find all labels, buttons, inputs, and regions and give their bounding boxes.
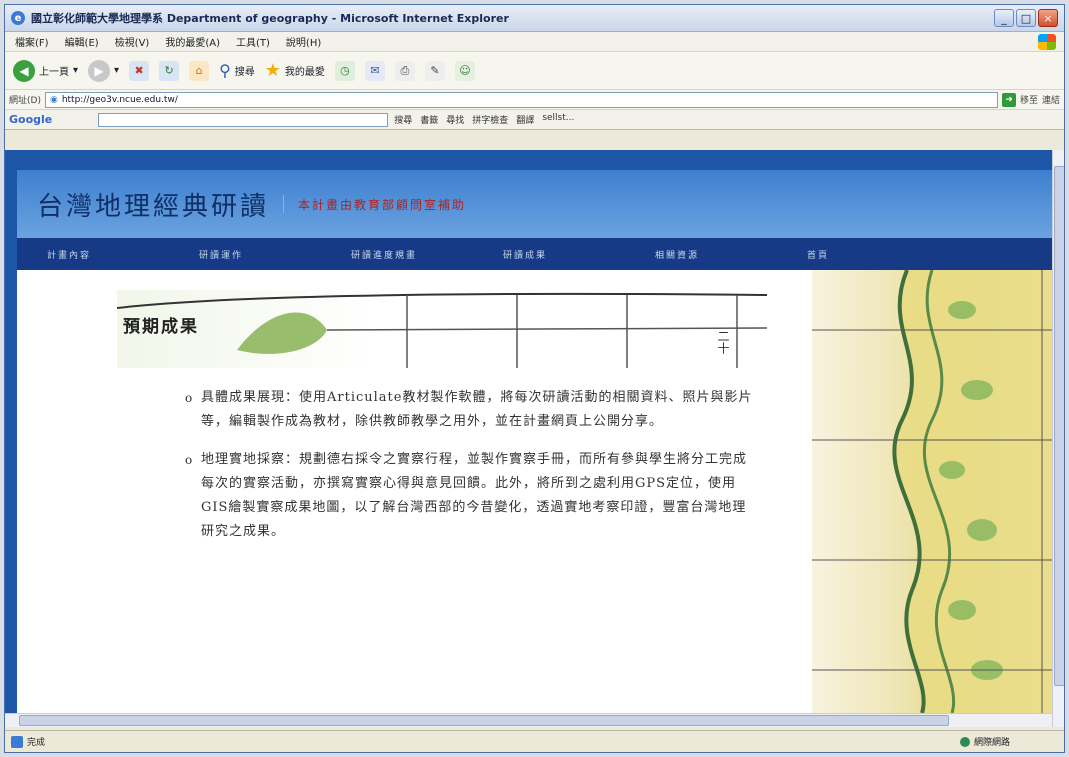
- map-numeral: 二十: [716, 330, 730, 354]
- security-zone: 網際網路: [959, 735, 1060, 748]
- nav-reading-results[interactable]: 研讀成果: [503, 248, 655, 261]
- google-search-button[interactable]: 搜尋: [394, 113, 412, 126]
- history-icon[interactable]: ◷: [334, 60, 355, 81]
- ie-logo-icon: e: [11, 11, 25, 25]
- google-spellcheck-button[interactable]: 拼字檢查: [472, 113, 508, 126]
- windows-logo-icon: [1038, 34, 1056, 50]
- menu-tools[interactable]: 工具(T): [236, 34, 270, 49]
- section-heading: 預期成果: [123, 317, 199, 337]
- nav-resources[interactable]: 相關資源: [655, 248, 807, 261]
- address-label: 網址(D): [9, 96, 41, 106]
- browser-window: e 國立彰化師範大學地理學系 Department of geography -…: [4, 4, 1065, 753]
- banner-divider: [283, 195, 285, 213]
- horizontal-scrollbar[interactable]: [5, 713, 1052, 727]
- go-button[interactable]: 移至: [1020, 93, 1038, 106]
- list-item: 具體成果展現：使用Articulate教材製作軟體，將每次研讀活動的相關資料、照…: [185, 386, 755, 434]
- star-icon: ★: [264, 60, 281, 81]
- status-text: 完成: [27, 738, 46, 748]
- historical-map-image: [812, 270, 1052, 713]
- forward-button[interactable]: ▶ ▾: [88, 59, 119, 82]
- google-search-input[interactable]: [98, 112, 389, 127]
- favorites-button[interactable]: ★ 我的最愛: [265, 60, 325, 81]
- menu-help[interactable]: 說明(H): [286, 34, 321, 49]
- window-controls: _ □ ×: [994, 9, 1058, 27]
- edit-icon[interactable]: ✎: [424, 60, 445, 81]
- window-title: 國立彰化師範大學地理學系 Department of geography - M…: [31, 12, 509, 25]
- menu-file[interactable]: 檔案(F): [15, 34, 49, 49]
- expected-results-list: 具體成果展現：使用Articulate教材製作軟體，將每次研讀活動的相關資料、照…: [185, 386, 755, 558]
- go-arrow-icon[interactable]: ➜: [1001, 92, 1016, 107]
- page-content: 預期成果 二十 具體成果展現：使用Articulate教材製作軟體，將每次研讀活…: [17, 270, 1052, 713]
- list-item: 地理實地採察：規劃德右採令之實察行程，並製作實察手冊，而所有參與學生將分工完成每…: [185, 448, 755, 544]
- address-url: http://geo3v.ncue.edu.tw/: [61, 94, 178, 105]
- vertical-scrollbar[interactable]: [1052, 150, 1064, 727]
- page-done-icon: [11, 735, 23, 748]
- status-bar: 完成 網際網路: [5, 730, 1064, 752]
- back-dropdown-icon[interactable]: ▾: [73, 65, 78, 76]
- site-subtitle: 本計畫由教育部顧問室補助: [298, 197, 467, 212]
- print-icon[interactable]: ⎙: [394, 60, 415, 81]
- back-button[interactable]: ◀ 上一頁 ▾: [13, 59, 78, 82]
- search-label: 搜尋: [234, 67, 255, 78]
- google-toolbar: Google 搜尋 書籤 尋找 拼字檢查 翻譯 sellst...: [5, 110, 1064, 130]
- google-find-button[interactable]: 尋找: [446, 113, 464, 126]
- google-toolbar-items: 搜尋 書籤 尋找 拼字檢查 翻譯 sellst...: [394, 113, 574, 126]
- links-button[interactable]: 連結: [1042, 93, 1060, 106]
- title-bar: e 國立彰化師範大學地理學系 Department of geography -…: [5, 5, 1064, 32]
- nav-plan-content[interactable]: 計畫內容: [47, 248, 199, 261]
- maximize-button[interactable]: □: [1016, 9, 1036, 27]
- nav-home[interactable]: 首頁: [807, 248, 959, 261]
- minimize-button[interactable]: _: [994, 9, 1014, 27]
- nav-reading-schedule[interactable]: 研讀進度規畫: [351, 248, 503, 261]
- vertical-scroll-thumb[interactable]: [1054, 166, 1064, 686]
- forward-arrow-icon: ▶: [88, 59, 111, 82]
- search-button[interactable]: ⚲ 搜尋: [219, 61, 255, 80]
- google-translate-button[interactable]: 翻譯: [516, 113, 534, 126]
- mail-icon[interactable]: ✉: [364, 60, 385, 81]
- site-title: 台灣地理經典研讀: [37, 191, 270, 222]
- google-account-button[interactable]: sellst...: [542, 113, 574, 126]
- menu-view[interactable]: 檢視(V): [115, 34, 150, 49]
- nav-reading-operation[interactable]: 研讀運作: [199, 248, 351, 261]
- menu-favorites[interactable]: 我的最愛(A): [165, 34, 220, 49]
- menu-bar: 檔案(F) 編輯(E) 檢視(V) 我的最愛(A) 工具(T) 說明(H): [5, 32, 1064, 52]
- internet-zone-icon: [959, 736, 970, 747]
- menu-edit[interactable]: 編輯(E): [65, 34, 99, 49]
- favorites-label: 我的最愛: [284, 67, 325, 78]
- back-arrow-icon: ◀: [13, 59, 35, 82]
- back-label: 上一頁: [39, 67, 69, 78]
- address-input[interactable]: ◉ http://geo3v.ncue.edu.tw/: [44, 91, 998, 108]
- site-banner: 台灣地理經典研讀 本計畫由教育部顧問室補助: [17, 170, 1052, 238]
- address-bar: 網址(D) ◉ http://geo3v.ncue.edu.tw/ ➜ 移至 連…: [5, 90, 1064, 110]
- search-icon: ⚲: [219, 61, 231, 80]
- standard-toolbar: ◀ 上一頁 ▾ ▶ ▾ ✖ ↻ ⌂ ⚲ 搜尋 ★ 我的最愛 ◷ ✉ ⎙ ✎ ☺: [5, 52, 1064, 90]
- horizontal-scroll-thumb[interactable]: [19, 715, 949, 726]
- stop-icon[interactable]: ✖: [129, 60, 150, 81]
- refresh-icon[interactable]: ↻: [159, 60, 180, 81]
- messenger-icon[interactable]: ☺: [454, 60, 475, 81]
- zone-label: 網際網路: [973, 738, 1010, 748]
- page-viewport: 台灣地理經典研讀 本計畫由教育部顧問室補助 計畫內容 研讀運作 研讀進度規畫 研…: [5, 150, 1064, 727]
- forward-dropdown-icon[interactable]: ▾: [114, 65, 119, 76]
- page-icon: ◉: [49, 94, 58, 105]
- heading-banner-image: 預期成果 二十: [117, 290, 767, 368]
- web-page: 台灣地理經典研讀 本計畫由教育部顧問室補助 計畫內容 研讀運作 研讀進度規畫 研…: [17, 170, 1052, 713]
- google-bookmarks-button[interactable]: 書籤: [420, 113, 438, 126]
- close-button[interactable]: ×: [1038, 9, 1058, 27]
- google-logo: Google: [9, 113, 53, 126]
- home-icon[interactable]: ⌂: [189, 60, 210, 81]
- site-navbar: 計畫內容 研讀運作 研讀進度規畫 研讀成果 相關資源 首頁: [17, 238, 1052, 270]
